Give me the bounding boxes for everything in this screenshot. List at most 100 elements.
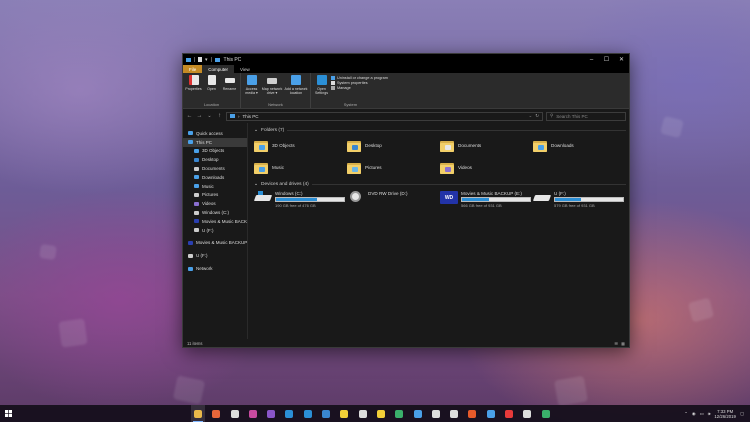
chat-app[interactable] [282, 405, 296, 422]
sidebar-item[interactable]: Quick access [183, 129, 247, 138]
forward-arrow-icon[interactable]: → [196, 113, 203, 119]
sidebar-item[interactable]: U (F:) [183, 226, 247, 235]
sidebar-item[interactable]: Movies & Music BACKUP (E:) [183, 239, 247, 248]
windows-logo-icon [258, 191, 263, 195]
sidebar-item[interactable]: U (F:) [183, 251, 247, 260]
calculator-app[interactable] [356, 405, 370, 422]
sidebar-item[interactable]: Network [183, 264, 247, 273]
folder-item[interactable]: Videos [440, 158, 533, 176]
open-settings-button[interactable]: Open Settings [313, 75, 330, 102]
ribbon-tabs: File Computer View [183, 65, 629, 73]
uninstall-program-button[interactable]: Uninstall or change a program [331, 76, 388, 80]
explorer-body: Quick access This PC 3D Objects Desktop Docu… [183, 123, 629, 339]
view-switcher: ☰ ▦ [614, 341, 625, 346]
sidebar-item[interactable]: Downloads [183, 173, 247, 182]
mail-app[interactable] [228, 405, 242, 422]
drive-item[interactable]: Windows (C:) 190 GB free of 476 GB [253, 191, 347, 211]
breadcrumb[interactable]: This PC [243, 114, 259, 119]
drive-item[interactable]: DVD RW Drive (D:) [347, 191, 440, 211]
maps-app[interactable] [392, 405, 406, 422]
chevron-down-icon: ⌄ [254, 127, 259, 133]
address-bar[interactable]: › This PC ⌄ ↻ [226, 111, 543, 121]
drive-item[interactable]: U (F:) 579 GB free of 931 GB [532, 191, 626, 211]
store-app[interactable] [301, 405, 315, 422]
chevron-down-icon[interactable]: ⌄ [528, 113, 532, 119]
sidebar-item[interactable]: Videos [183, 199, 247, 208]
weather-app[interactable] [429, 405, 443, 422]
up-arrow-icon[interactable]: ↑ [216, 113, 223, 119]
search-input[interactable]: Search This PC [556, 114, 587, 119]
sidebar-item[interactable]: Desktop [183, 155, 247, 164]
folder-item[interactable]: Documents [440, 136, 533, 154]
folder-badge [259, 144, 265, 150]
people-app[interactable] [319, 405, 333, 422]
recent-chevron-icon[interactable]: ⌄ [206, 113, 213, 119]
sidebar-item[interactable]: Movies & Music BACKUP [183, 217, 247, 226]
maximize-button[interactable]: ☐ [599, 54, 614, 65]
folder-item[interactable]: Pictures [347, 158, 440, 176]
start-button[interactable] [0, 410, 16, 417]
messages-app[interactable] [246, 405, 260, 422]
tiles-view-icon[interactable]: ▦ [621, 341, 625, 346]
clock[interactable]: 7:33 PM 12/26/2019 [714, 409, 736, 419]
sidebar-item[interactable]: Pictures [183, 191, 247, 200]
folder-item[interactable]: Downloads [533, 136, 626, 154]
folder-item[interactable]: Music [254, 158, 347, 176]
access-media-button[interactable]: Access media ▾ [243, 75, 260, 102]
sticky-notes-app[interactable] [337, 405, 351, 422]
podcast-app[interactable] [484, 405, 498, 422]
network-icon[interactable]: ▭ [700, 411, 704, 417]
search-box[interactable]: ⚲ Search This PC [546, 111, 626, 121]
usb-drive-icon [188, 253, 193, 258]
drive-item[interactable]: WD Movies & Music BACKUP (E:) 566 GB free … [440, 191, 533, 211]
chevron-up-icon[interactable]: ⌃ [684, 411, 688, 417]
file-explorer-window: ▾ This PC – ☐ ✕ File Computer View Prope… [182, 53, 630, 348]
tab-computer[interactable]: Computer [202, 65, 235, 73]
back-arrow-icon[interactable]: ← [186, 113, 193, 119]
photos-app[interactable] [411, 405, 425, 422]
email-app[interactable] [264, 405, 278, 422]
notification-icon[interactable]: ▢ [740, 411, 744, 417]
chevron-down-icon[interactable]: ▾ [205, 57, 208, 63]
settings-app[interactable] [447, 405, 461, 422]
details-view-icon[interactable]: ☰ [614, 341, 618, 346]
open-button[interactable]: Open [203, 75, 220, 102]
tab-file[interactable]: File [183, 65, 203, 73]
refresh-icon[interactable]: ↻ [535, 113, 539, 119]
add-network-location-button[interactable]: Add a network location [284, 75, 308, 102]
devices-section-header[interactable]: ⌄ Devices and drives (4) [254, 180, 626, 188]
system-properties-button[interactable]: System properties [331, 81, 388, 85]
rename-button[interactable]: Rename [221, 75, 238, 102]
clock-time: 7:33 PM [717, 408, 734, 414]
sidebar-item-label: Movies & Music BACKUP [202, 218, 247, 224]
firefox-app[interactable] [209, 405, 223, 422]
sidebar-item[interactable]: Documents [183, 164, 247, 173]
folder-item[interactable]: Desktop [347, 136, 440, 154]
sidebar-item-label: Desktop [202, 157, 219, 163]
folders-section-header[interactable]: ⌄ Folders (7) [254, 126, 626, 134]
folder-item[interactable]: 3D Objects [254, 136, 347, 154]
youtube-app[interactable] [502, 405, 516, 422]
volume-icon[interactable]: 🕪 [708, 411, 711, 416]
close-button[interactable]: ✕ [614, 54, 629, 65]
properties-quick-icon[interactable] [198, 57, 202, 62]
sidebar-item-label: Pictures [202, 192, 219, 198]
sidebar-item[interactable]: 3D Objects [183, 147, 247, 156]
sidebar-item[interactable]: This PC [183, 137, 247, 147]
music-app[interactable] [520, 405, 534, 422]
minimize-button[interactable]: – [584, 54, 599, 65]
sidebar-item[interactable]: Windows (C:) [183, 208, 247, 217]
xbox-app[interactable] [539, 405, 553, 422]
media-app[interactable] [465, 405, 479, 422]
manage-button[interactable]: Manage [331, 86, 388, 90]
map-network-drive-button[interactable]: Map network drive ▾ [261, 75, 283, 102]
dvd-drive-icon [347, 191, 365, 204]
file-explorer-app[interactable] [191, 405, 205, 422]
tab-view[interactable]: View [234, 65, 256, 73]
properties-button[interactable]: Properties [185, 75, 202, 102]
notes-app[interactable] [374, 405, 388, 422]
sidebar-item[interactable]: Music [183, 182, 247, 191]
ribbon-group-network: Access media ▾ Map network drive ▾ Add a… [241, 73, 311, 108]
app-icon [413, 409, 422, 418]
eye-icon[interactable]: ◉ [692, 411, 696, 417]
